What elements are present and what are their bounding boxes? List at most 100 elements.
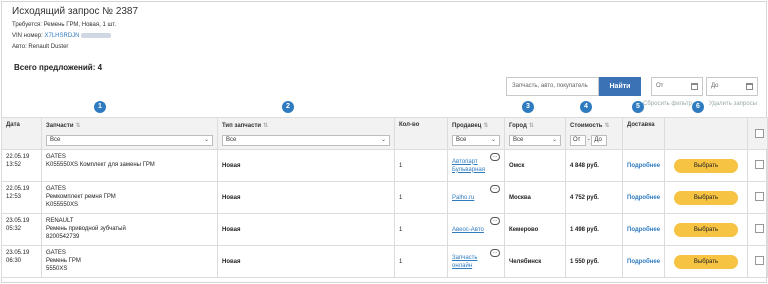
row-cost: 1 498 руб. <box>565 213 623 246</box>
row-city: Москва <box>504 181 566 214</box>
date-from-field[interactable]: От <box>651 77 703 96</box>
chevron-down-icon: ⌄ <box>380 137 386 143</box>
step-marker-6: 6 <box>692 101 704 113</box>
vin-value: X7LHSRDJN <box>44 33 80 40</box>
row-part: GATES Ремень ГРМ 5550XS <box>41 245 218 278</box>
seller-link[interactable]: Palho.ru <box>452 195 474 201</box>
vin-info: VIN номер: X7LHSRDJN <box>12 33 112 40</box>
choose-button[interactable]: Выбрать <box>674 255 738 269</box>
date-to-field[interactable]: До <box>706 77 758 96</box>
sort-icon[interactable]: ⇅ <box>483 123 488 129</box>
table-row: 23.05.19 05:32 RENAULT Ремень приводной зу… <box>1 213 768 246</box>
chat-icon[interactable]: ··· <box>490 217 500 225</box>
search-input[interactable]: Запчасть, авто, покупатель <box>506 77 599 96</box>
delivery-details-link[interactable]: Подробнее <box>622 181 665 214</box>
row-select <box>747 149 768 182</box>
reset-filter-link[interactable]: Сбросить фильтр <box>643 101 692 107</box>
row-checkbox[interactable] <box>755 192 764 201</box>
row-qty: 1 <box>394 213 448 246</box>
select-all-checkbox[interactable] <box>755 129 764 138</box>
choose-button[interactable]: Выбрать <box>674 159 738 173</box>
row-select <box>747 181 768 214</box>
cost-range-dash: - <box>587 137 590 143</box>
col-action <box>664 117 748 150</box>
row-select <box>747 245 768 278</box>
col-select <box>747 117 768 150</box>
find-button[interactable]: Найти <box>599 77 641 96</box>
row-action: Выбрать <box>664 149 748 182</box>
seller-link[interactable]: Авеос-Авто <box>452 227 484 233</box>
col-delivery[interactable]: Доставка <box>622 117 665 150</box>
type-filter-select[interactable]: Все ⌄ <box>222 135 390 146</box>
city-filter-select[interactable]: Все ⌄ <box>509 135 561 146</box>
row-type: Новая <box>217 149 395 182</box>
total-offers: Всего предложений: 4 <box>14 63 103 72</box>
table-row: 22.05.19 12:53 GATES Ремкомплект ремня ГРМ… <box>1 181 768 214</box>
col-seller[interactable]: Продавец ⇅ Все ⌄ <box>447 117 505 150</box>
row-cost: 4 848 руб. <box>565 149 623 182</box>
row-seller: Запчасть онлайн ··· <box>447 245 505 278</box>
row-date: 23.05.19 05:32 <box>1 213 42 246</box>
row-city: Кемерово <box>504 213 566 246</box>
chat-icon[interactable]: ··· <box>490 249 500 257</box>
seller-filter-select[interactable]: Все ⌄ <box>452 135 500 146</box>
step-marker-4: 4 <box>580 101 592 113</box>
seller-link[interactable]: Запчасть онлайн <box>452 255 478 269</box>
col-parts[interactable]: Запчасти ⇅ Все ⌄ <box>41 117 218 150</box>
row-date: 22.05.19 12:53 <box>1 181 42 214</box>
delivery-details-link[interactable]: Подробнее <box>622 149 665 182</box>
row-part: GATES Ремкомплект ремня ГРМ K055550XS <box>41 181 218 214</box>
sort-icon[interactable]: ⇅ <box>263 123 268 129</box>
delivery-details-link[interactable]: Подробнее <box>622 213 665 246</box>
col-date[interactable]: Дата <box>1 117 42 150</box>
cost-range-filter: От - До <box>570 135 618 146</box>
vin-blurred <box>81 33 112 38</box>
row-seller: Автопарт Бульварная ··· <box>447 149 505 182</box>
row-type: Новая <box>217 245 395 278</box>
calendar-icon[interactable] <box>691 83 698 90</box>
row-cost: 4 752 руб. <box>565 181 623 214</box>
calendar-icon[interactable] <box>746 83 753 90</box>
col-qty[interactable]: Кол-во <box>394 117 448 150</box>
col-city[interactable]: Город ⇅ Все ⌄ <box>504 117 566 150</box>
row-checkbox[interactable] <box>755 160 764 169</box>
chat-icon[interactable]: ··· <box>490 185 500 193</box>
cost-from-input[interactable]: От <box>570 135 586 146</box>
row-checkbox[interactable] <box>755 256 764 265</box>
row-seller: Авеос-Авто ··· <box>447 213 505 246</box>
seller-link[interactable]: Автопарт Бульварная <box>452 159 485 173</box>
chevron-down-icon: ⌄ <box>490 137 496 143</box>
delete-requests-link[interactable]: Удалить запросы <box>709 101 757 107</box>
step-marker-2: 2 <box>282 101 294 113</box>
col-type[interactable]: Тип запчасти ⇅ Все ⌄ <box>217 117 395 150</box>
row-date: 23.05.19 06:30 <box>1 245 42 278</box>
date-to-placeholder: До <box>711 83 719 89</box>
required-info: Требуется: Ремень ГРМ, Новая, 1 шт. <box>12 22 117 28</box>
page-title: Исходящий запрос № 2387 <box>12 6 139 17</box>
cost-to-input[interactable]: До <box>591 135 608 146</box>
row-checkbox[interactable] <box>755 224 764 233</box>
chevron-down-icon: ⌄ <box>203 137 209 143</box>
row-action: Выбрать <box>664 213 748 246</box>
row-action: Выбрать <box>664 245 748 278</box>
delivery-details-link[interactable]: Подробнее <box>622 245 665 278</box>
choose-button[interactable]: Выбрать <box>674 191 738 205</box>
row-action: Выбрать <box>664 181 748 214</box>
sort-icon[interactable]: ⇅ <box>604 123 609 129</box>
row-select <box>747 213 768 246</box>
table-header-row: Дата Запчасти ⇅ Все ⌄ Тип запчасти ⇅ Все ⌄ К… <box>1 117 768 150</box>
choose-button[interactable]: Выбрать <box>674 223 738 237</box>
col-cost[interactable]: Стоимость ⇅ От - До <box>565 117 623 150</box>
row-seller: Palho.ru ··· <box>447 181 505 214</box>
chat-icon[interactable]: ··· <box>490 153 500 161</box>
step-marker-3: 3 <box>522 101 534 113</box>
row-date: 22.05.19 13:52 <box>1 149 42 182</box>
parts-filter-select[interactable]: Все ⌄ <box>46 135 213 146</box>
sort-icon[interactable]: ⇅ <box>529 123 534 129</box>
row-type: Новая <box>217 213 395 246</box>
offers-table: Дата Запчасти ⇅ Все ⌄ Тип запчасти ⇅ Все ⌄ К… <box>1 117 768 278</box>
sort-icon[interactable]: ⇅ <box>76 123 81 129</box>
row-qty: 1 <box>394 181 448 214</box>
step-marker-1: 1 <box>94 101 106 113</box>
row-city: Челябинск <box>504 245 566 278</box>
